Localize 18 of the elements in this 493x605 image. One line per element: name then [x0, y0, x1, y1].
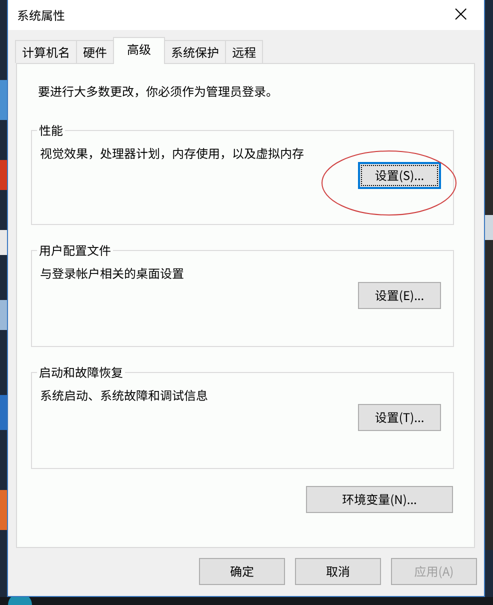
settings-button[interactable]: 设置(E)...	[358, 282, 441, 309]
settings-button[interactable]: 设置(S)...	[358, 162, 441, 189]
group-description: 与登录帐户相关的桌面设置	[40, 265, 186, 282]
group-description: 视觉效果，处理器计划，内存使用，以及虚拟内存	[40, 145, 306, 162]
tab[interactable]: 远程	[225, 40, 264, 63]
dialog-button[interactable]: 确定	[199, 558, 285, 585]
group-title: 启动和故障恢复	[38, 364, 124, 381]
environment-variables-button[interactable]: 环境变量(N)...	[306, 486, 453, 513]
window-title: 系统属性	[17, 6, 66, 24]
tab[interactable]: 高级	[113, 37, 166, 64]
notice-text: 要进行大多数更改，你必须作为管理员登录。	[37, 83, 280, 100]
group-title: 用户配置文件	[38, 242, 112, 259]
group-description: 系统启动、系统故障和调试信息	[40, 387, 210, 404]
group-title: 性能	[38, 122, 64, 139]
dialog-button[interactable]: 取消	[295, 558, 381, 585]
tab[interactable]: 计算机名	[15, 40, 78, 63]
settings-button[interactable]: 设置(T)...	[358, 404, 441, 431]
close-button[interactable]: ×	[448, 4, 474, 26]
